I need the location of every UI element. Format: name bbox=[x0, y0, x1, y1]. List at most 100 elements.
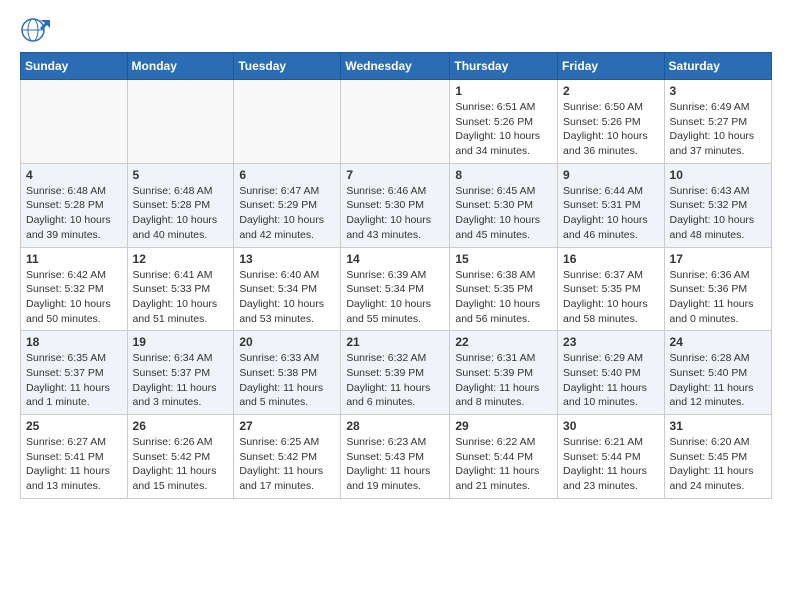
calendar-day-cell: 19 Sunrise: 6:34 AM Sunset: 5:37 PM Dayli… bbox=[127, 331, 234, 415]
day-info: Sunrise: 6:37 AM Sunset: 5:35 PM Dayligh… bbox=[563, 268, 659, 327]
day-info: Sunrise: 6:35 AM Sunset: 5:37 PM Dayligh… bbox=[26, 351, 122, 410]
day-number: 22 bbox=[455, 335, 552, 349]
calendar-day-cell: 27 Sunrise: 6:25 AM Sunset: 5:42 PM Dayli… bbox=[234, 415, 341, 499]
weekday-header: Saturday bbox=[664, 53, 771, 80]
weekday-header: Tuesday bbox=[234, 53, 341, 80]
calendar-day-cell: 24 Sunrise: 6:28 AM Sunset: 5:40 PM Dayli… bbox=[664, 331, 771, 415]
day-number: 29 bbox=[455, 419, 552, 433]
day-number: 15 bbox=[455, 252, 552, 266]
day-info: Sunrise: 6:41 AM Sunset: 5:33 PM Dayligh… bbox=[133, 268, 229, 327]
day-number: 18 bbox=[26, 335, 122, 349]
day-info: Sunrise: 6:32 AM Sunset: 5:39 PM Dayligh… bbox=[346, 351, 444, 410]
day-info: Sunrise: 6:26 AM Sunset: 5:42 PM Dayligh… bbox=[133, 435, 229, 494]
day-number: 27 bbox=[239, 419, 335, 433]
day-info: Sunrise: 6:46 AM Sunset: 5:30 PM Dayligh… bbox=[346, 184, 444, 243]
day-number: 11 bbox=[26, 252, 122, 266]
calendar-day-cell bbox=[127, 80, 234, 164]
calendar-day-cell: 5 Sunrise: 6:48 AM Sunset: 5:28 PM Daylig… bbox=[127, 163, 234, 247]
day-info: Sunrise: 6:36 AM Sunset: 5:36 PM Dayligh… bbox=[670, 268, 766, 327]
calendar-day-cell: 10 Sunrise: 6:43 AM Sunset: 5:32 PM Dayli… bbox=[664, 163, 771, 247]
calendar-day-cell: 6 Sunrise: 6:47 AM Sunset: 5:29 PM Daylig… bbox=[234, 163, 341, 247]
day-info: Sunrise: 6:48 AM Sunset: 5:28 PM Dayligh… bbox=[133, 184, 229, 243]
day-number: 16 bbox=[563, 252, 659, 266]
day-number: 26 bbox=[133, 419, 229, 433]
day-number: 2 bbox=[563, 84, 659, 98]
calendar-day-cell: 7 Sunrise: 6:46 AM Sunset: 5:30 PM Daylig… bbox=[341, 163, 450, 247]
calendar-day-cell: 11 Sunrise: 6:42 AM Sunset: 5:32 PM Dayli… bbox=[21, 247, 128, 331]
day-info: Sunrise: 6:44 AM Sunset: 5:31 PM Dayligh… bbox=[563, 184, 659, 243]
calendar-day-cell: 12Sunrise: 6:41 AM Sunset: 5:33 PM Dayli… bbox=[127, 247, 234, 331]
calendar-day-cell: 23 Sunrise: 6:29 AM Sunset: 5:40 PM Dayli… bbox=[558, 331, 665, 415]
day-number: 4 bbox=[26, 168, 122, 182]
day-number: 13 bbox=[239, 252, 335, 266]
weekday-header-row: SundayMondayTuesdayWednesdayThursdayFrid… bbox=[21, 53, 772, 80]
day-info: Sunrise: 6:28 AM Sunset: 5:40 PM Dayligh… bbox=[670, 351, 766, 410]
day-number: 8 bbox=[455, 168, 552, 182]
day-info: Sunrise: 6:39 AM Sunset: 5:34 PM Dayligh… bbox=[346, 268, 444, 327]
calendar-day-cell bbox=[234, 80, 341, 164]
calendar-day-cell: 18 Sunrise: 6:35 AM Sunset: 5:37 PM Dayli… bbox=[21, 331, 128, 415]
day-info: Sunrise: 6:33 AM Sunset: 5:38 PM Dayligh… bbox=[239, 351, 335, 410]
day-info: Sunrise: 6:25 AM Sunset: 5:42 PM Dayligh… bbox=[239, 435, 335, 494]
calendar-day-cell: 4Sunrise: 6:48 AM Sunset: 5:28 PM Daylig… bbox=[21, 163, 128, 247]
day-number: 14 bbox=[346, 252, 444, 266]
calendar-day-cell: 20 Sunrise: 6:33 AM Sunset: 5:38 PM Dayli… bbox=[234, 331, 341, 415]
calendar-day-cell: 26 Sunrise: 6:26 AM Sunset: 5:42 PM Dayli… bbox=[127, 415, 234, 499]
calendar-day-cell: 31Sunrise: 6:20 AM Sunset: 5:45 PM Dayli… bbox=[664, 415, 771, 499]
calendar-week-row: 4 Sunrise: 6:48 AM Sunset: 5:28 PM Daylig… bbox=[21, 163, 772, 247]
day-number: 9 bbox=[563, 168, 659, 182]
calendar-day-cell: 22 Sunrise: 6:31 AM Sunset: 5:39 PM Dayli… bbox=[450, 331, 558, 415]
calendar-day-cell: 21Sunrise: 6:32 AM Sunset: 5:39 PM Dayli… bbox=[341, 331, 450, 415]
calendar-day-cell: 8 Sunrise: 6:45 AM Sunset: 5:30 PM Daylig… bbox=[450, 163, 558, 247]
day-number: 28 bbox=[346, 419, 444, 433]
logo bbox=[20, 16, 54, 44]
day-number: 24 bbox=[670, 335, 766, 349]
calendar-day-cell: 25 Sunrise: 6:27 AM Sunset: 5:41 PM Dayli… bbox=[21, 415, 128, 499]
day-info: Sunrise: 6:29 AM Sunset: 5:40 PM Dayligh… bbox=[563, 351, 659, 410]
calendar-day-cell: 15 Sunrise: 6:38 AM Sunset: 5:35 PM Dayli… bbox=[450, 247, 558, 331]
day-number: 1 bbox=[455, 84, 552, 98]
day-info: Sunrise: 6:23 AM Sunset: 5:43 PM Dayligh… bbox=[346, 435, 444, 494]
day-number: 3 bbox=[670, 84, 766, 98]
day-number: 25 bbox=[26, 419, 122, 433]
day-info: Sunrise: 6:42 AM Sunset: 5:32 PM Dayligh… bbox=[26, 268, 122, 327]
logo-icon bbox=[20, 16, 50, 44]
day-info: Sunrise: 6:50 AM Sunset: 5:26 PM Dayligh… bbox=[563, 100, 659, 159]
calendar-day-cell: 2 Sunrise: 6:50 AM Sunset: 5:26 PM Daylig… bbox=[558, 80, 665, 164]
weekday-header: Monday bbox=[127, 53, 234, 80]
day-info: Sunrise: 6:40 AM Sunset: 5:34 PM Dayligh… bbox=[239, 268, 335, 327]
calendar-day-cell bbox=[21, 80, 128, 164]
calendar-week-row: 18 Sunrise: 6:35 AM Sunset: 5:37 PM Dayli… bbox=[21, 331, 772, 415]
weekday-header: Friday bbox=[558, 53, 665, 80]
day-info: Sunrise: 6:45 AM Sunset: 5:30 PM Dayligh… bbox=[455, 184, 552, 243]
calendar-week-row: 11 Sunrise: 6:42 AM Sunset: 5:32 PM Dayli… bbox=[21, 247, 772, 331]
day-number: 10 bbox=[670, 168, 766, 182]
day-info: Sunrise: 6:21 AM Sunset: 5:44 PM Dayligh… bbox=[563, 435, 659, 494]
calendar-day-cell: 9 Sunrise: 6:44 AM Sunset: 5:31 PM Daylig… bbox=[558, 163, 665, 247]
day-number: 7 bbox=[346, 168, 444, 182]
day-info: Sunrise: 6:31 AM Sunset: 5:39 PM Dayligh… bbox=[455, 351, 552, 410]
calendar-week-row: 1 Sunrise: 6:51 AM Sunset: 5:26 PM Daylig… bbox=[21, 80, 772, 164]
calendar-day-cell: 3 Sunrise: 6:49 AM Sunset: 5:27 PM Daylig… bbox=[664, 80, 771, 164]
calendar-day-cell: 30Sunrise: 6:21 AM Sunset: 5:44 PM Dayli… bbox=[558, 415, 665, 499]
day-number: 19 bbox=[133, 335, 229, 349]
day-info: Sunrise: 6:51 AM Sunset: 5:26 PM Dayligh… bbox=[455, 100, 552, 159]
calendar-table: SundayMondayTuesdayWednesdayThursdayFrid… bbox=[20, 52, 772, 499]
calendar-day-cell: 28 Sunrise: 6:23 AM Sunset: 5:43 PM Dayli… bbox=[341, 415, 450, 499]
day-info: Sunrise: 6:47 AM Sunset: 5:29 PM Dayligh… bbox=[239, 184, 335, 243]
day-info: Sunrise: 6:43 AM Sunset: 5:32 PM Dayligh… bbox=[670, 184, 766, 243]
calendar-day-cell bbox=[341, 80, 450, 164]
weekday-header: Thursday bbox=[450, 53, 558, 80]
calendar-day-cell: 17 Sunrise: 6:36 AM Sunset: 5:36 PM Dayli… bbox=[664, 247, 771, 331]
day-number: 23 bbox=[563, 335, 659, 349]
day-number: 17 bbox=[670, 252, 766, 266]
day-number: 20 bbox=[239, 335, 335, 349]
day-info: Sunrise: 6:38 AM Sunset: 5:35 PM Dayligh… bbox=[455, 268, 552, 327]
day-info: Sunrise: 6:34 AM Sunset: 5:37 PM Dayligh… bbox=[133, 351, 229, 410]
day-number: 5 bbox=[133, 168, 229, 182]
day-info: Sunrise: 6:27 AM Sunset: 5:41 PM Dayligh… bbox=[26, 435, 122, 494]
day-info: Sunrise: 6:22 AM Sunset: 5:44 PM Dayligh… bbox=[455, 435, 552, 494]
day-info: Sunrise: 6:49 AM Sunset: 5:27 PM Dayligh… bbox=[670, 100, 766, 159]
day-number: 6 bbox=[239, 168, 335, 182]
calendar-day-cell: 1 Sunrise: 6:51 AM Sunset: 5:26 PM Daylig… bbox=[450, 80, 558, 164]
